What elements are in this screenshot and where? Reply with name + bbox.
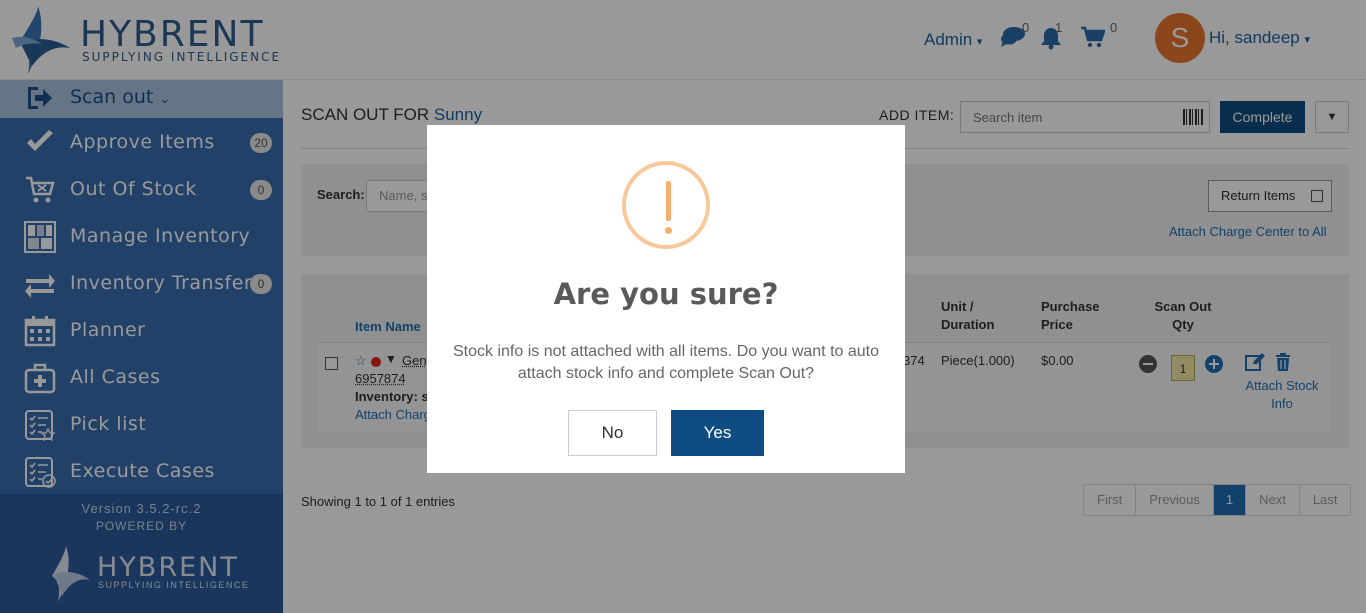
dialog-title: Are you sure? bbox=[553, 277, 779, 311]
no-button[interactable]: No bbox=[568, 410, 657, 456]
yes-button[interactable]: Yes bbox=[671, 410, 764, 456]
dialog-message: Stock info is not attached with all item… bbox=[453, 343, 879, 382]
confirm-dialog: Are you sure? Stock info is not attached… bbox=[427, 125, 905, 473]
warning-icon bbox=[622, 161, 710, 249]
